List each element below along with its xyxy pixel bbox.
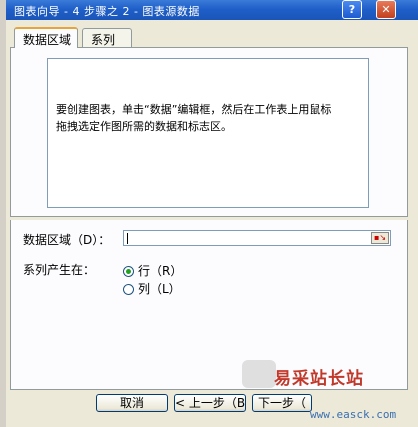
next-button[interactable]: 下一步（	[252, 394, 312, 412]
chart-wizard-dialog: 图表向导 - 4 步骤之 2 - 图表源数据 ? ✕ 数据区域 系列 要创建图表…	[6, 0, 418, 427]
watermark-url: www.easck.com	[310, 408, 397, 421]
instruction-text: 要创建图表，单击“数据”编辑框，然后在工作表上用鼠标 拖拽选定作图所需的数据和标…	[56, 101, 362, 135]
radio-columns[interactable]	[123, 284, 134, 295]
data-range-input[interactable]: ▪↘	[123, 230, 391, 246]
cancel-button[interactable]: 取消	[96, 394, 168, 412]
radio-rows-label: 行（R）	[138, 264, 183, 278]
close-button[interactable]: ✕	[376, 0, 396, 19]
text-caret	[127, 233, 128, 244]
dialog-title: 图表向导 - 4 步骤之 2 - 图表源数据	[14, 5, 200, 18]
watermark-logo-icon	[242, 360, 276, 388]
chart-preview-area: 要创建图表，单击“数据”编辑框，然后在工作表上用鼠标 拖拽选定作图所需的数据和标…	[47, 58, 369, 208]
tab-strip: 数据区域 系列	[10, 27, 414, 48]
data-range-label: 数据区域（D）：	[23, 233, 111, 247]
instruction-line-2: 拖拽选定作图所需的数据和标志区。	[56, 120, 232, 133]
collapse-dialog-icon[interactable]: ▪↘	[371, 232, 389, 244]
help-button[interactable]: ?	[342, 0, 362, 19]
radio-rows-option[interactable]: 行（R）	[123, 262, 182, 278]
instruction-line-1: 要创建图表，单击“数据”编辑框，然后在工作表上用鼠标	[56, 103, 332, 116]
radio-columns-option[interactable]: 列（L）	[123, 280, 181, 296]
series-in-label: 系列产生在：	[23, 263, 96, 277]
watermark-site-name: 易采站长站	[274, 369, 364, 389]
tab-data-range[interactable]: 数据区域	[14, 27, 78, 48]
radio-rows[interactable]	[123, 266, 134, 277]
back-button[interactable]: < 上一步（B）	[174, 394, 246, 412]
tab-series[interactable]: 系列	[82, 28, 132, 47]
radio-columns-label: 列（L）	[138, 282, 181, 296]
tab-panel: 要创建图表，单击“数据”编辑框，然后在工作表上用鼠标 拖拽选定作图所需的数据和标…	[10, 47, 408, 217]
title-bar[interactable]: 图表向导 - 4 步骤之 2 - 图表源数据 ? ✕	[6, 0, 418, 20]
